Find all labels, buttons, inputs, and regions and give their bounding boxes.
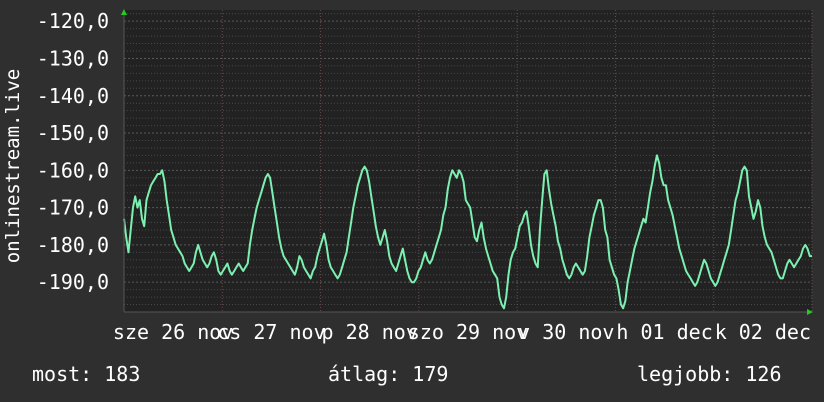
chart: -120,0 -130,0 -140,0 -150,0 -160,0 -170,0 -180… (2, 9, 813, 344)
x-tick-label: h 01 dec (616, 320, 712, 344)
y-tick-label: -150,0 (37, 121, 109, 145)
x-tick-labels: sze 26 novcs 27 novp 28 novszo 29 novv 3… (113, 320, 811, 344)
y-tick-label: -130,0 (37, 46, 109, 70)
plot-area (124, 10, 812, 312)
stat-best-label: legjobb: (637, 362, 734, 386)
y-tick-labels: -120,0 -130,0 -140,0 -150,0 -160,0 -170,0 -180… (37, 9, 109, 294)
x-tick-label: k 02 dec (715, 320, 811, 344)
y-tick-label: -170,0 (37, 196, 109, 220)
x-tick-label: sze 26 nov (113, 320, 233, 344)
x-tick-label: cs 27 nov (217, 320, 325, 344)
y-tick-label: -180,0 (37, 233, 109, 257)
y-tick-label: -160,0 (37, 158, 109, 182)
stat-current-label: most: (32, 362, 93, 386)
stat-current: most: 183 (32, 362, 140, 386)
y-axis-label: onlinestream.live (2, 69, 24, 263)
y-tick-label: -190,0 (37, 270, 109, 294)
stat-best-value: 126 (745, 362, 782, 386)
y-tick-label: -140,0 (37, 84, 109, 108)
stat-average-value: 179 (412, 362, 449, 386)
stat-best: legjobb: 126 (637, 362, 782, 386)
stats-bar: most: 183 átlag: 179 legjobb: 126 (0, 362, 824, 392)
y-tick-label: -120,0 (37, 9, 109, 33)
x-tick-label: szo 29 nov (408, 320, 528, 344)
stat-current-value: 183 (104, 362, 141, 386)
x-tick-label: v 30 nov (518, 320, 614, 344)
stat-average: átlag: 179 (328, 362, 448, 386)
x-tick-label: p 28 nov (322, 320, 418, 344)
stat-average-label: átlag: (328, 362, 401, 386)
